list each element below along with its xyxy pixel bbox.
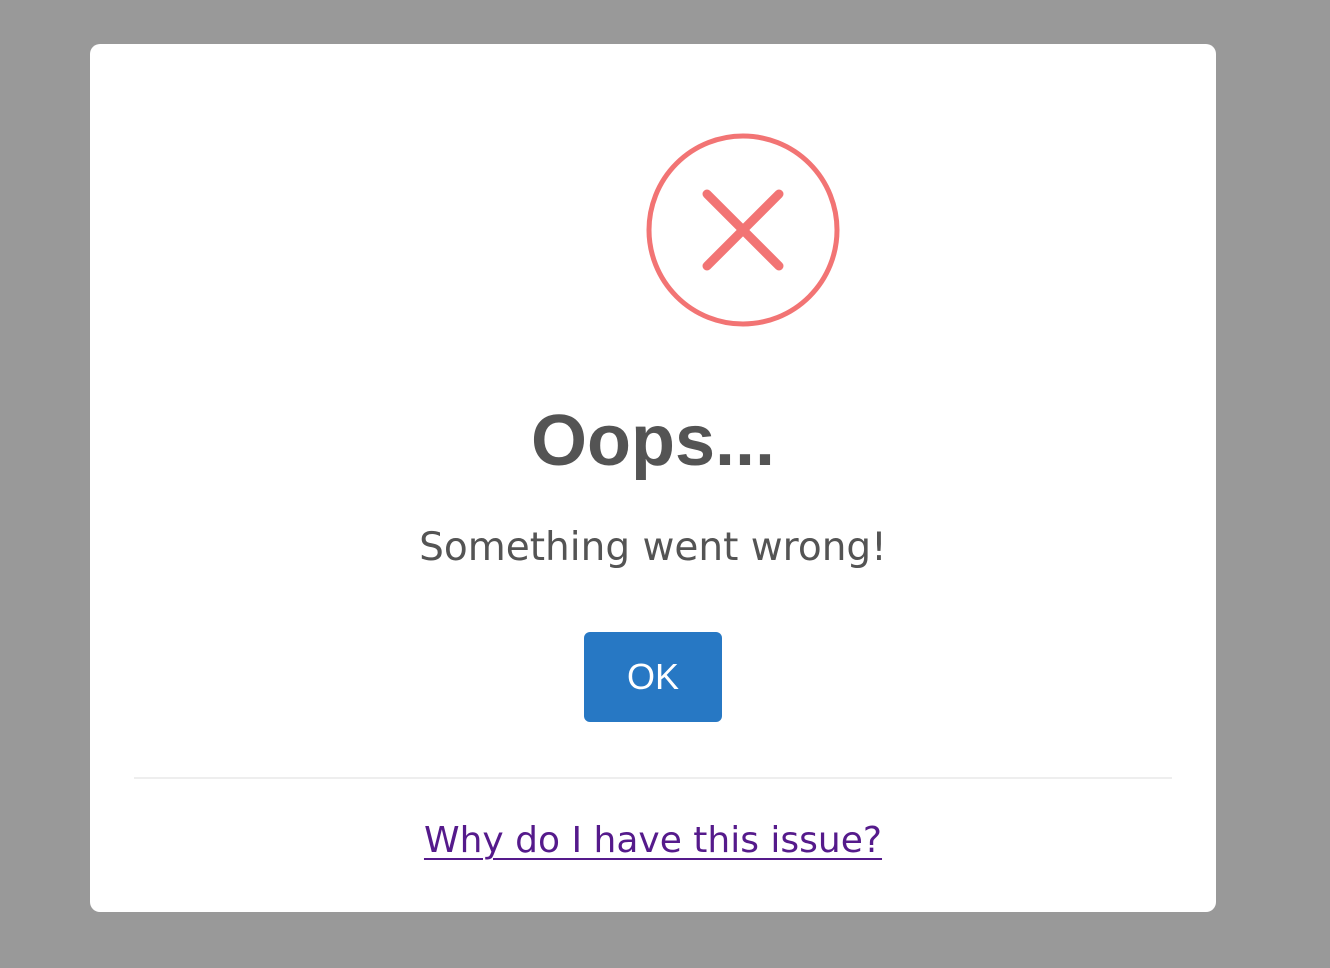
ok-button[interactable]: OK — [584, 632, 722, 722]
footer-divider — [134, 777, 1172, 779]
dialog-footer: Why do I have this issue? — [90, 816, 1216, 866]
error-x-icon — [645, 132, 841, 328]
why-issue-link[interactable]: Why do I have this issue? — [424, 820, 882, 861]
dialog-title: Oops... — [530, 401, 776, 481]
dialog-message: Something went wrong! — [419, 525, 887, 570]
error-dialog: Oops... Something went wrong! OK Why do … — [90, 44, 1216, 912]
